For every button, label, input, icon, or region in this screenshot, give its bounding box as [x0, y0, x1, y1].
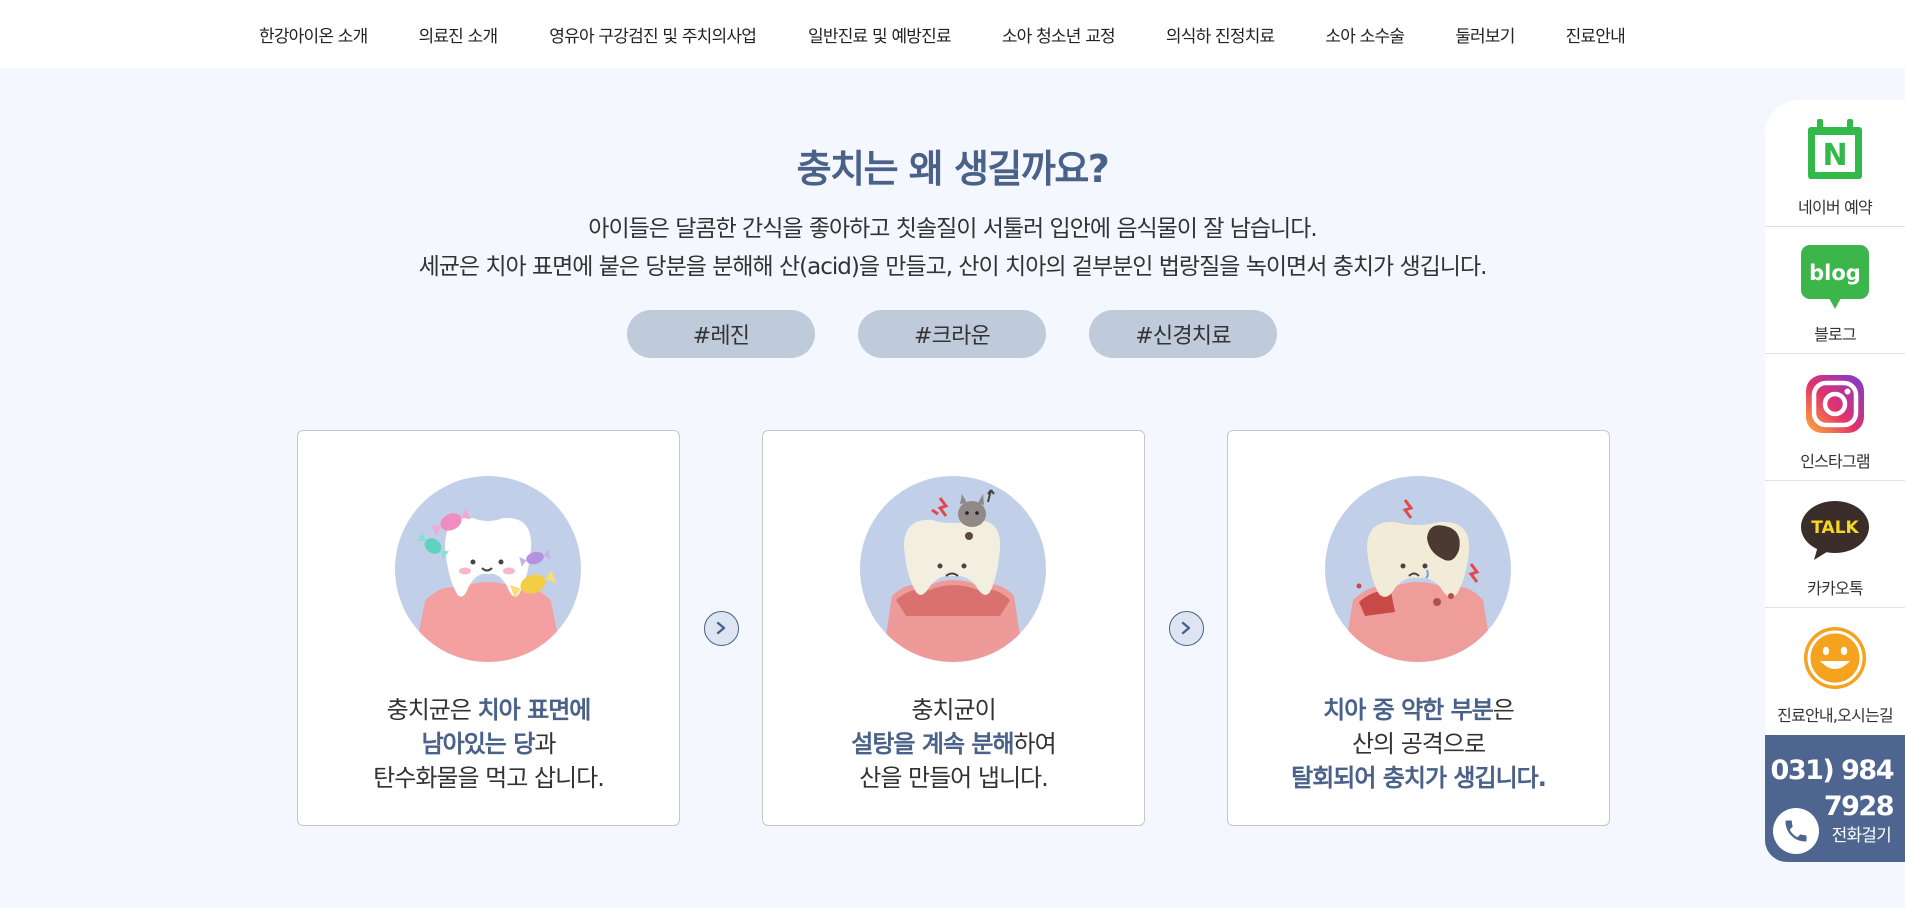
nav-menu: 한강아이온 소개 의료진 소개 영유아 구강검진 및 주치의사업 일반진료 및 … [259, 0, 1626, 68]
phone-icon [1773, 808, 1819, 854]
quick-item-directions[interactable]: 진료안내,오시는길 [1765, 608, 1905, 735]
step-cards: 충치균은 치아 표면에 남아있는 당과 탄수화물을 먹고 삽니다. 충치균이 설… [297, 430, 1610, 826]
step-card-1: 충치균은 치아 표면에 남아있는 당과 탄수화물을 먹고 삽니다. [297, 430, 680, 826]
sad-tooth-germ-illustration [860, 476, 1046, 662]
nav-item-minor-surgery[interactable]: 소아 소수술 [1325, 22, 1405, 47]
naver-calendar-icon: N [1800, 115, 1870, 185]
nav-item-infant-checkup[interactable]: 영유아 구강검진 및 주치의사업 [549, 22, 757, 47]
chevron-right-icon[interactable] [703, 610, 739, 646]
kakaotalk-icon: TALK [1800, 496, 1870, 566]
phone-call-button[interactable]: 031) 984 7928 전화걸기 [1765, 735, 1905, 862]
description-line-2: 세균은 치아 표면에 붙은 당분을 분해해 산(acid)을 만들고, 산이 치… [418, 254, 1488, 280]
quick-item-instagram[interactable]: 인스타그램 [1765, 354, 1905, 481]
nav-item-doctors[interactable]: 의료진 소개 [418, 22, 498, 47]
svg-text:N: N [1822, 138, 1847, 173]
nav-item-about[interactable]: 한강아이온 소개 [259, 22, 368, 47]
quick-item-kakaotalk[interactable]: TALK 카카오톡 [1765, 481, 1905, 608]
quick-label-instagram: 인스타그램 [1800, 452, 1870, 471]
quick-label-directions: 진료안내,오시는길 [1777, 706, 1893, 725]
step-2-text: 충치균이 설탕을 계속 분해하여 산을 만들어 냅니다. [851, 696, 1056, 792]
step-arrow-2 [1145, 430, 1227, 826]
description-line-1: 아이들은 달콤한 간식을 좋아하고 칫솔질이 서툴러 입안에 음식물이 잘 남습… [588, 216, 1317, 242]
decayed-tooth-illustration [1325, 476, 1511, 662]
quick-menu-box: N 네이버 예약 blog 블로그 인스타그램 TALK 카카오톡 진료안내,오… [1765, 100, 1905, 735]
quick-menu: N 네이버 예약 blog 블로그 인스타그램 TALK 카카오톡 진료안내,오… [1765, 100, 1905, 862]
tag-resin[interactable]: #레진 [627, 310, 815, 358]
quick-label-kakaotalk: 카카오톡 [1807, 579, 1863, 598]
quick-item-blog[interactable]: blog 블로그 [1765, 227, 1905, 354]
step-arrow-1 [680, 430, 762, 826]
section-title: 충치는 왜 생길까요? [796, 147, 1110, 191]
nav-item-tour[interactable]: 둘러보기 [1455, 22, 1515, 47]
svg-text:blog: blog [1809, 261, 1861, 285]
quick-item-naver-booking[interactable]: N 네이버 예약 [1765, 100, 1905, 227]
chevron-right-icon[interactable] [1168, 610, 1204, 646]
quick-label-naver: 네이버 예약 [1798, 198, 1873, 217]
tag-crown[interactable]: #크라운 [858, 310, 1046, 358]
happy-tooth-candy-illustration [395, 476, 581, 662]
blog-icon: blog [1800, 242, 1870, 312]
smile-icon [1800, 623, 1870, 693]
step-card-3: 치아 중 약한 부분은 산의 공격으로 탈회되어 충치가 생깁니다. [1227, 430, 1610, 826]
nav-item-general-care[interactable]: 일반진료 및 예방진료 [808, 22, 952, 47]
quick-label-blog: 블로그 [1814, 325, 1857, 344]
step-1-text: 충치균은 치아 표면에 남아있는 당과 탄수화물을 먹고 삽니다. [373, 696, 605, 792]
tag-root-canal[interactable]: #신경치료 [1089, 310, 1277, 358]
nav-item-sedation[interactable]: 의식하 진정치료 [1166, 22, 1275, 47]
nav-item-orthodontics[interactable]: 소아 청소년 교정 [1002, 22, 1116, 47]
instagram-icon [1800, 369, 1870, 439]
step-card-2: 충치균이 설탕을 계속 분해하여 산을 만들어 냅니다. [762, 430, 1145, 826]
cavity-cause-section: 충치는 왜 생길까요? 아이들은 달콤한 간식을 좋아하고 칫솔질이 서툴러 입… [0, 68, 1765, 908]
phone-call-label: 전화걸기 [1831, 826, 1892, 846]
top-nav: 한강아이온 소개 의료진 소개 영유아 구강검진 및 주치의사업 일반진료 및 … [0, 0, 1905, 68]
step-3-text: 치아 중 약한 부분은 산의 공격으로 탈회되어 충치가 생깁니다. [1291, 696, 1547, 792]
tag-list: #레진 #크라운 #신경치료 [627, 310, 1277, 358]
nav-item-info[interactable]: 진료안내 [1566, 22, 1626, 47]
svg-text:TALK: TALK [1811, 518, 1859, 538]
section-description: 아이들은 달콤한 간식을 좋아하고 칫솔질이 서툴러 입안에 음식물이 잘 남습… [0, 210, 1905, 286]
